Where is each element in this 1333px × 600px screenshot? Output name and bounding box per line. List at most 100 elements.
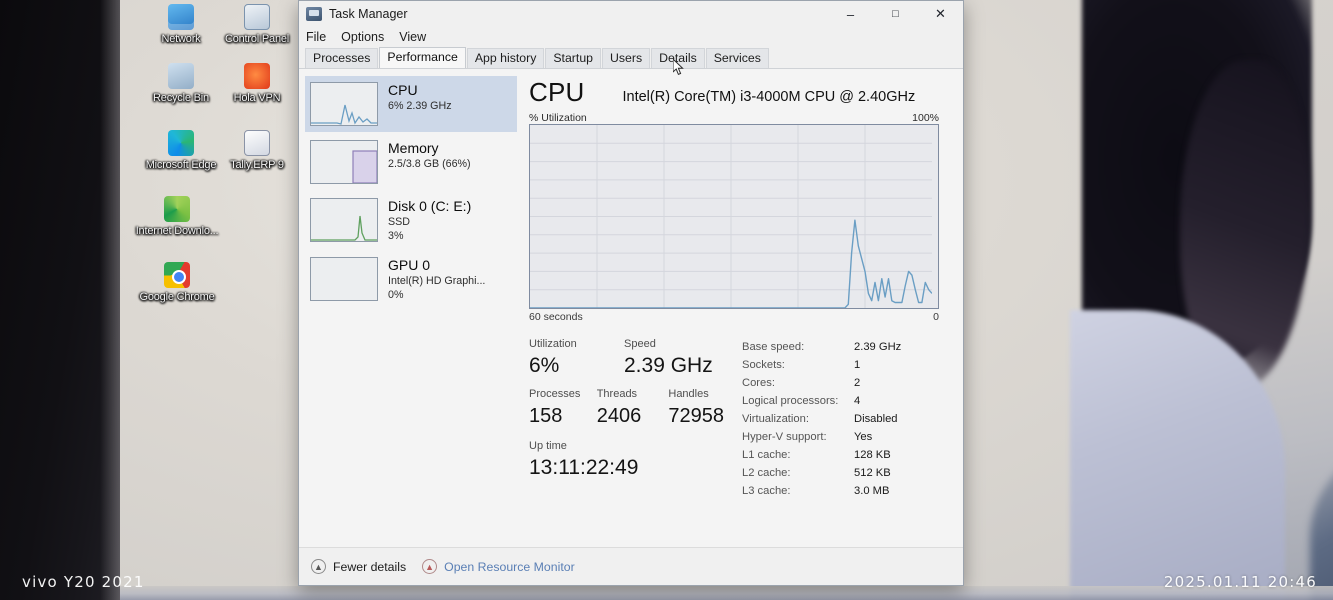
spec-key: L1 cache: bbox=[742, 449, 791, 461]
spec-value: 1 bbox=[854, 359, 861, 371]
spec-key: Base speed: bbox=[742, 341, 805, 353]
desktop-icon-label: Tally.ERP 9 bbox=[230, 159, 284, 171]
sidebar-item-text: CPU 6% 2.39 GHz bbox=[388, 82, 452, 126]
graph-axis-bottom: 60 seconds 0 bbox=[529, 311, 939, 323]
desktop-icon-hola-vpn[interactable]: Hola VPN bbox=[214, 63, 300, 105]
menu-item-file[interactable]: File bbox=[306, 30, 326, 44]
microsoft-edge-icon bbox=[168, 130, 194, 156]
handles-value: 72958 bbox=[668, 405, 724, 427]
spec-row-cores: Cores: 2 bbox=[742, 374, 901, 392]
tab-performance[interactable]: Performance bbox=[379, 47, 466, 68]
spec-key: L2 cache: bbox=[742, 467, 791, 479]
spec-row-l1-cache: L1 cache: 128 KB bbox=[742, 446, 901, 464]
tab-services[interactable]: Services bbox=[705, 48, 769, 68]
maximize-button[interactable]: □ bbox=[873, 1, 918, 27]
task-manager-window[interactable]: Task Manager – □ ✕ File Options View Pro… bbox=[298, 0, 964, 586]
mouse-cursor bbox=[673, 59, 684, 76]
sidebar-item-label: Memory bbox=[388, 140, 439, 156]
tally-erp-icon bbox=[244, 130, 270, 156]
sidebar-item-sub1: Intel(R) HD Graphi... bbox=[388, 275, 486, 287]
window-body: CPU 6% 2.39 GHz Memory 2.5/3.8 GB (66%) Disk… bbox=[299, 69, 963, 581]
spec-value: 2 bbox=[854, 377, 861, 389]
open-resource-monitor-button[interactable]: ▲ Open Resource Monitor bbox=[422, 559, 575, 574]
spec-value: Yes bbox=[854, 431, 873, 443]
performance-sidebar: CPU 6% 2.39 GHz Memory 2.5/3.8 GB (66%) Disk… bbox=[299, 69, 517, 581]
desktop-icon-label: Google Chrome bbox=[139, 291, 215, 303]
sidebar-item-memory[interactable]: Memory 2.5/3.8 GB (66%) bbox=[305, 134, 517, 190]
sidebar-item-gpu-0[interactable]: GPU 0 Intel(R) HD Graphi... 0% bbox=[305, 251, 517, 308]
graph-x-right-label: 0 bbox=[933, 311, 939, 323]
stat-utilization: Utilization 6% bbox=[529, 336, 614, 380]
spec-row-l2-cache: L2 cache: 512 KB bbox=[742, 464, 901, 482]
sidebar-item-label: CPU bbox=[388, 82, 418, 98]
tab-processes[interactable]: Processes bbox=[305, 48, 379, 68]
spec-key: Cores: bbox=[742, 377, 775, 389]
sidebar-item-sub1: 2.5/3.8 GB (66%) bbox=[388, 158, 471, 170]
device-watermark: vivo Y20 2021 bbox=[22, 573, 145, 591]
sidebar-item-sub1: 6% 2.39 GHz bbox=[388, 100, 452, 112]
sidebar-item-text: GPU 0 Intel(R) HD Graphi... 0% bbox=[388, 257, 485, 302]
tab-app-history[interactable]: App history bbox=[466, 48, 545, 68]
handles-label: Handles bbox=[668, 388, 709, 400]
fewer-details-label: Fewer details bbox=[333, 559, 407, 574]
spec-row-virtualization: Virtualization: Disabled bbox=[742, 410, 901, 428]
tab-users[interactable]: Users bbox=[602, 48, 651, 68]
spec-value: 512 KB bbox=[854, 467, 891, 479]
cpu-utilization-graph[interactable] bbox=[529, 124, 939, 309]
task-manager-icon bbox=[306, 7, 322, 21]
uptime-value: 13:11:22:49 bbox=[529, 456, 639, 479]
utilization-label: Utilization bbox=[529, 338, 577, 350]
stat-threads: Threads 2406 bbox=[597, 386, 659, 430]
spec-key: Hyper-V support: bbox=[742, 431, 827, 443]
window-controls: – □ ✕ bbox=[828, 1, 963, 27]
desktop-icon-google-chrome[interactable]: Google Chrome bbox=[134, 262, 220, 304]
processes-value: 158 bbox=[529, 405, 563, 427]
spec-row-l3-cache: L3 cache: 3.0 MB bbox=[742, 482, 901, 500]
sidebar-item-disk-0-c-e[interactable]: Disk 0 (C: E:) SSD 3% bbox=[305, 192, 517, 249]
sidebar-item-text: Memory 2.5/3.8 GB (66%) bbox=[388, 140, 471, 184]
menu-bar: File Options View bbox=[299, 27, 963, 47]
desktop-icon-recycle-bin[interactable]: Recycle Bin bbox=[138, 63, 224, 105]
desktop-icon-tally-erp-9[interactable]: Tally.ERP 9 bbox=[214, 130, 300, 172]
desktop-icon-control-panel[interactable]: Control Panel bbox=[214, 4, 300, 46]
stat-processes: Processes 158 bbox=[529, 386, 587, 430]
spec-key: Sockets: bbox=[742, 359, 785, 371]
menu-item-view[interactable]: View bbox=[399, 30, 426, 44]
resource-monitor-icon: ▲ bbox=[422, 559, 438, 574]
fewer-details-button[interactable]: ▲ Fewer details bbox=[311, 559, 406, 574]
sidebar-item-sub2: 3% bbox=[388, 230, 404, 242]
desktop-icon-internet-downlo[interactable]: Internet Downlo... bbox=[134, 196, 220, 238]
control-panel-icon bbox=[244, 4, 270, 30]
spec-value: 3.0 MB bbox=[854, 485, 890, 497]
speed-label: Speed bbox=[624, 338, 656, 350]
close-button[interactable]: ✕ bbox=[918, 1, 963, 27]
sidebar-item-sub1: SSD bbox=[388, 216, 410, 228]
monitor-bezel-shadow bbox=[0, 0, 122, 600]
spec-key: Logical processors: bbox=[742, 395, 839, 407]
desktop-icon-microsoft-edge[interactable]: Microsoft Edge bbox=[138, 130, 224, 172]
sidebar-item-label: Disk 0 (C: E:) bbox=[388, 198, 472, 214]
windows-taskbar[interactable] bbox=[120, 586, 1333, 600]
minimize-button[interactable]: – bbox=[828, 1, 873, 27]
cpu-stats-left: Utilization 6% Speed 2.39 GHz Processes bbox=[529, 336, 734, 500]
photographed-screen: Network Control Panel Recycle Bin Hola VPN M… bbox=[0, 0, 1333, 600]
menu-item-options[interactable]: Options bbox=[341, 30, 384, 44]
stats-row-2: Processes 158 Threads 2406 Handles 72958 bbox=[529, 386, 734, 430]
desktop-icon-network[interactable]: Network bbox=[138, 4, 224, 46]
stats-row-1: Utilization 6% Speed 2.39 GHz bbox=[529, 336, 734, 380]
desktop-icon-label: Control Panel bbox=[224, 33, 290, 45]
speed-value: 2.39 GHz bbox=[624, 354, 713, 377]
desktop-icon-label: Hola VPN bbox=[233, 92, 281, 104]
threads-value: 2406 bbox=[596, 405, 642, 427]
title-bar[interactable]: Task Manager – □ ✕ bbox=[299, 1, 963, 27]
spec-value: 4 bbox=[854, 395, 861, 407]
network-icon bbox=[168, 4, 194, 30]
timestamp-watermark: 2025.01.11 20:46 bbox=[1163, 573, 1317, 591]
graph-y-label: % Utilization bbox=[529, 112, 587, 124]
recycle-bin-icon bbox=[168, 63, 194, 89]
window-footer: ▲ Fewer details ▲ Open Resource Monitor bbox=[299, 547, 963, 585]
cpu-model-label: Intel(R) Core(TM) i3-4000M CPU @ 2.40GHz bbox=[622, 89, 916, 105]
sidebar-item-cpu[interactable]: CPU 6% 2.39 GHz bbox=[305, 76, 517, 132]
tab-startup[interactable]: Startup bbox=[545, 48, 601, 68]
spec-row-logical-processors: Logical processors: 4 bbox=[742, 392, 901, 410]
